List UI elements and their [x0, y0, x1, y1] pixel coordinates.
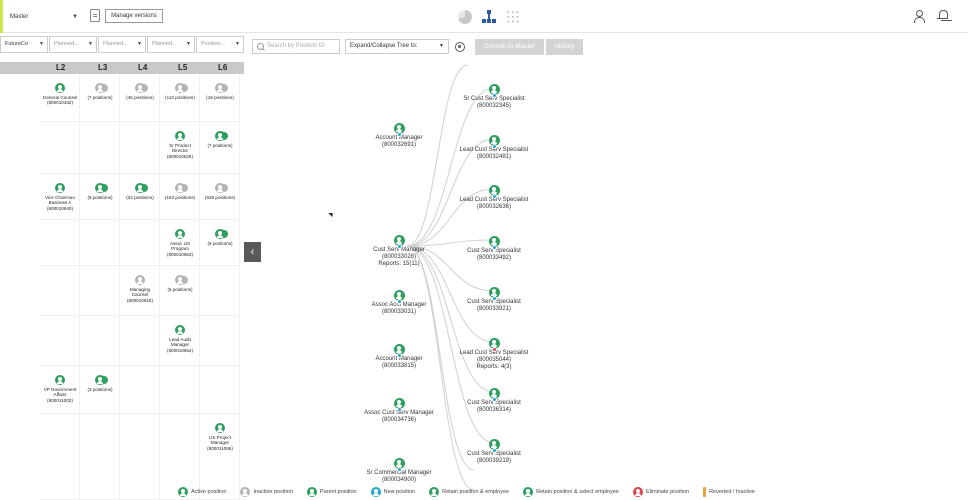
person-icon	[488, 388, 500, 402]
person-icon	[393, 290, 405, 304]
person-icon	[393, 123, 405, 137]
new-position-icon	[396, 299, 402, 304]
new-position-icon	[396, 244, 402, 249]
inactive-icon	[240, 487, 251, 497]
report-position-node[interactable]: Cust Serv Specialist (800039219)	[439, 439, 549, 465]
node-reports: Reports: 15(11)	[378, 261, 420, 267]
new-position-icon	[491, 448, 497, 453]
node-id: (800033815)	[381, 363, 417, 369]
person-icon	[488, 185, 500, 199]
node-id: (800035044)	[476, 357, 512, 363]
peer-position-node[interactable]: Account Manager (800032691)	[344, 123, 454, 149]
new-position-icon	[396, 132, 402, 137]
node-id: (800033031)	[381, 309, 417, 315]
parent-icon	[306, 487, 317, 497]
node-id: (800033921)	[476, 306, 512, 312]
legend-item: Inactive position	[240, 487, 293, 497]
new-position-icon	[491, 93, 497, 98]
peer-position-node[interactable]: Account Manager (800033815)	[344, 344, 454, 370]
node-id: (800033492)	[476, 255, 512, 261]
legend-label: Reverted / Inactive	[709, 489, 755, 495]
legend-item: Reverted / Inactive	[703, 487, 755, 497]
node-id: (800039219)	[476, 458, 512, 464]
report-position-node[interactable]: Lead Cust Serv Specialist (800032636)	[439, 185, 549, 211]
person-icon	[393, 344, 405, 358]
legend-item: Parent position	[306, 487, 357, 497]
report-position-node[interactable]: Lead Cust Serv Specialist (800035044) Repo…	[439, 338, 549, 371]
legend-label: Retain position & employee	[442, 489, 510, 495]
new-position-icon	[396, 353, 402, 358]
peer-position-node[interactable]: Assoc Cust Serv Manager (800034736)	[344, 398, 454, 424]
peer-position-node[interactable]: Sr Commercial Manager (800034900)	[344, 458, 454, 484]
new-position-icon	[396, 467, 402, 472]
peer-position-node[interactable]: Assoc Acct Manager (800033031)	[344, 290, 454, 316]
new-position-icon	[491, 144, 497, 149]
node-id: (800034900)	[381, 477, 417, 483]
person-icon	[488, 135, 500, 149]
node-id: (800034736)	[381, 417, 417, 423]
legend-label: Active position	[191, 489, 227, 495]
eliminate-icon	[491, 347, 497, 352]
node-id: (800032345)	[476, 103, 512, 109]
report-position-node[interactable]: Cust Serv Specialist (800033492)	[439, 236, 549, 262]
node-id: (800033028)	[381, 254, 417, 260]
active-icon	[178, 487, 188, 497]
report-position-node[interactable]: Lead Cust Serv Specialist (800032481)	[439, 135, 549, 161]
legend-item: Active position	[178, 487, 226, 497]
legend-label: Retain position & select employee	[536, 489, 619, 495]
node-reports: Reports: 4(3)	[476, 364, 512, 370]
node-id: (800032636)	[476, 204, 512, 210]
person-icon	[488, 338, 500, 352]
person-icon	[488, 287, 500, 301]
new-position-icon	[491, 194, 497, 199]
reverted-icon	[703, 487, 707, 497]
tree-connector	[406, 87, 495, 247]
person-icon	[488, 439, 500, 453]
new-position-icon	[491, 245, 497, 250]
legend-item: Eliminate position	[632, 487, 690, 497]
retain-select-icon	[523, 487, 534, 497]
legend-label: Eliminate position	[645, 489, 690, 495]
person-icon	[393, 235, 405, 249]
retain-icon	[429, 487, 440, 497]
person-icon	[488, 236, 500, 250]
new-position-icon	[396, 407, 402, 412]
person-icon	[393, 458, 405, 472]
new-position-icon	[491, 296, 497, 301]
focused-position-node[interactable]: Cust Serv Manager (800033028) Reports: 15(…	[344, 235, 454, 268]
node-id: (800036314)	[476, 407, 512, 413]
legend-label: Parent position	[319, 489, 357, 495]
new-position-icon	[491, 397, 497, 402]
node-id: (800032691)	[381, 142, 417, 148]
legend: Active position Inactive position Parent p…	[178, 486, 755, 498]
node-id: (800032481)	[476, 154, 512, 160]
legend-label: Inactive position	[253, 489, 293, 495]
legend-item: Retain position & select employee	[523, 487, 619, 497]
report-position-node[interactable]: Cust Serv Specialist (800036314)	[439, 388, 549, 414]
report-position-node[interactable]: Sr Cust Serv Specialist (800032345)	[439, 84, 549, 110]
legend-item: New position	[370, 487, 416, 497]
person-icon	[488, 84, 500, 98]
report-position-node[interactable]: Cust Serv Specialist (800033921)	[439, 287, 549, 313]
eliminate-icon	[632, 487, 643, 497]
new-icon	[370, 487, 381, 497]
legend-label: New position	[383, 489, 416, 495]
person-icon	[393, 398, 405, 412]
legend-item: Retain position & employee	[429, 487, 509, 497]
